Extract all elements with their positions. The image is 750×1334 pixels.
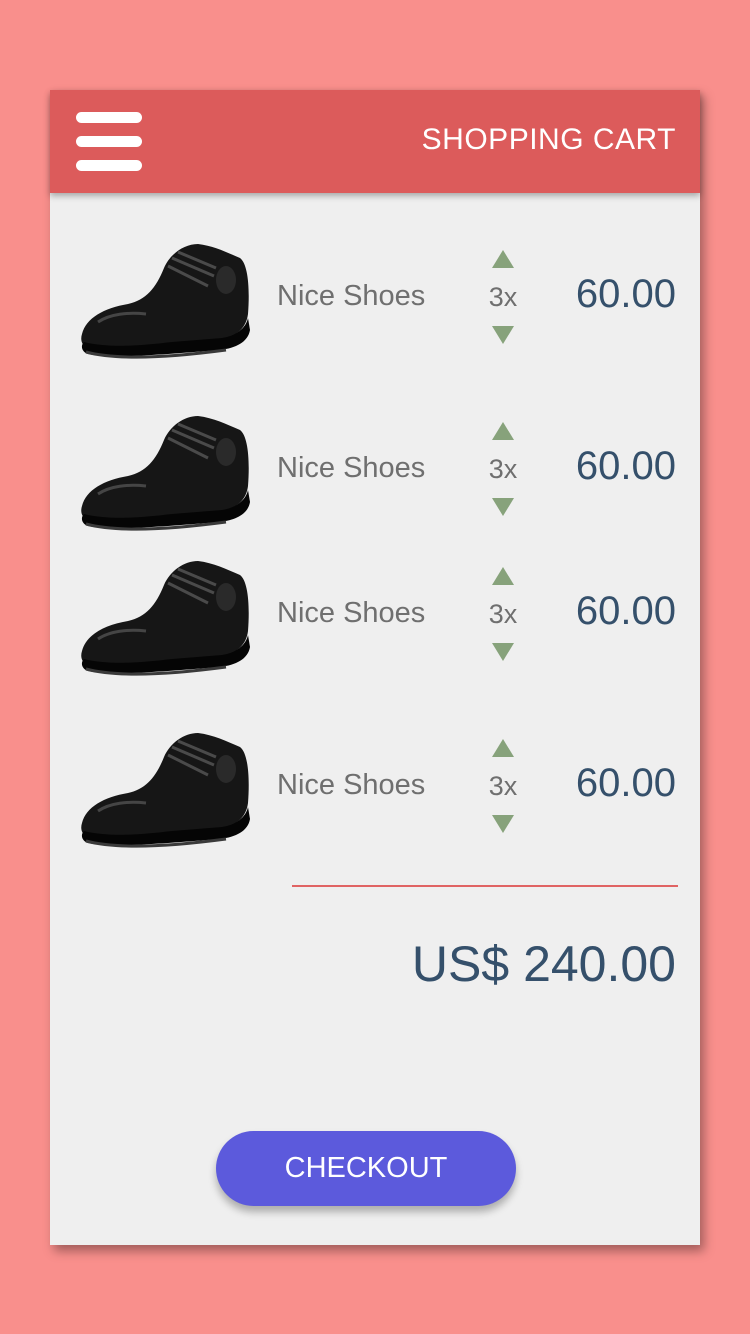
increase-quantity-icon[interactable] bbox=[492, 422, 514, 440]
item-price: 60.00 bbox=[575, 272, 676, 316]
shoe-image bbox=[81, 416, 250, 531]
item-price: 60.00 bbox=[575, 761, 676, 805]
decrease-quantity-icon[interactable] bbox=[492, 815, 514, 833]
cart-item-row: Nice Shoes 3x 60.00 bbox=[50, 547, 700, 687]
item-price: 60.00 bbox=[575, 589, 676, 633]
quantity-value: 3x bbox=[488, 599, 518, 629]
decrease-quantity-icon[interactable] bbox=[492, 326, 514, 344]
quantity-stepper: 3x bbox=[470, 402, 536, 542]
decrease-quantity-icon[interactable] bbox=[492, 498, 514, 516]
cart-total: US$ 240.00 bbox=[411, 936, 676, 992]
quantity-value: 3x bbox=[488, 771, 518, 801]
cart-card: SHOPPING CART Nice Shoes 3x 60.00 Nice S… bbox=[50, 90, 700, 1245]
app-header: SHOPPING CART bbox=[50, 90, 700, 193]
cart-item-row: Nice Shoes 3x 60.00 bbox=[50, 719, 700, 859]
shoe-image bbox=[81, 733, 250, 848]
checkout-button[interactable]: CHECKOUT bbox=[216, 1131, 516, 1206]
quantity-value: 3x bbox=[488, 454, 518, 484]
decrease-quantity-icon[interactable] bbox=[492, 643, 514, 661]
total-divider bbox=[292, 885, 678, 887]
increase-quantity-icon[interactable] bbox=[492, 567, 514, 585]
item-name: Nice Shoes bbox=[277, 769, 426, 801]
menu-bar bbox=[76, 160, 142, 171]
quantity-value: 3x bbox=[488, 282, 518, 312]
item-name: Nice Shoes bbox=[277, 452, 426, 484]
item-name: Nice Shoes bbox=[277, 597, 426, 629]
shoe-image bbox=[81, 244, 250, 359]
increase-quantity-icon[interactable] bbox=[492, 250, 514, 268]
page-title: SHOPPING CART bbox=[421, 123, 676, 156]
menu-bar bbox=[76, 112, 142, 123]
hamburger-menu-icon[interactable] bbox=[76, 112, 142, 172]
quantity-stepper: 3x bbox=[470, 230, 536, 370]
quantity-stepper: 3x bbox=[470, 547, 536, 687]
item-name: Nice Shoes bbox=[277, 280, 426, 312]
cart-item-row: Nice Shoes 3x 60.00 bbox=[50, 402, 700, 542]
cart-item-row: Nice Shoes 3x 60.00 bbox=[50, 230, 700, 370]
quantity-stepper: 3x bbox=[470, 719, 536, 859]
menu-bar bbox=[76, 136, 142, 147]
shoe-image bbox=[81, 561, 250, 676]
increase-quantity-icon[interactable] bbox=[492, 739, 514, 757]
item-price: 60.00 bbox=[575, 444, 676, 488]
